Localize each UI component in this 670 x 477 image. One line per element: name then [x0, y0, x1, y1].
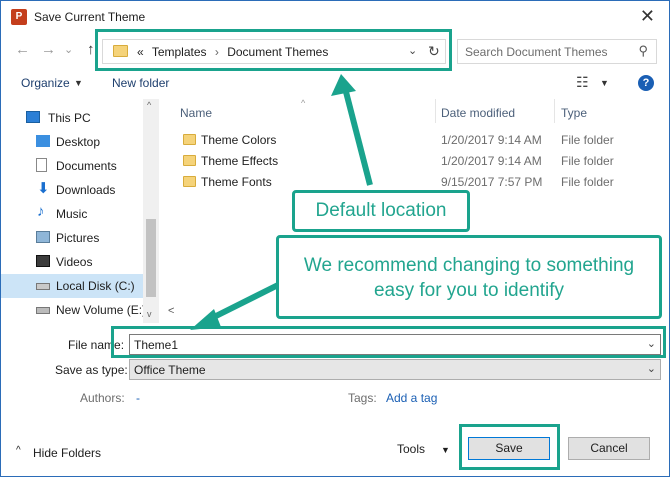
column-header-name[interactable]: Name — [180, 106, 212, 120]
sidebar-item-label: Videos — [56, 255, 93, 269]
sidebar-item-music[interactable]: ♪ Music — [1, 202, 143, 226]
back-arrow-icon[interactable]: ← — [15, 41, 30, 58]
downloads-icon: ⬇ — [37, 180, 50, 197]
sidebar-item-label: This PC — [48, 111, 91, 125]
hide-folders-icon[interactable]: ^ — [16, 445, 21, 456]
organize-dropdown-icon[interactable]: ▼ — [74, 78, 83, 88]
save-type-value: Office Theme — [134, 363, 206, 377]
file-type: File folder — [561, 133, 614, 147]
new-folder-button[interactable]: New folder — [112, 76, 169, 90]
authors-value[interactable]: - — [136, 391, 140, 405]
address-bar-highlight — [95, 29, 452, 71]
sidebar-scroll-thumb[interactable] — [146, 219, 156, 297]
sidebar-item-label: New Volume (E:) — [56, 303, 147, 317]
chevron-down-icon[interactable]: ⌄ — [647, 362, 656, 375]
command-bar: Organize ▼ New folder ☷ ▼ — [1, 69, 669, 97]
sidebar-item-downloads[interactable]: ⬇ Downloads — [1, 178, 143, 202]
save-type-label: Save as type: — [55, 363, 128, 377]
organize-button[interactable]: Organize — [21, 76, 70, 90]
file-date: 1/20/2017 9:14 AM — [441, 154, 542, 168]
sidebar-item-videos[interactable]: Videos — [1, 250, 143, 274]
computer-icon — [26, 111, 40, 123]
file-type: File folder — [561, 154, 614, 168]
sidebar-item-label: Pictures — [56, 231, 100, 245]
sidebar-item-desktop[interactable]: Desktop — [1, 130, 143, 154]
sidebar-item-label: Desktop — [56, 135, 101, 149]
sidebar-item-pictures[interactable]: Pictures — [1, 226, 143, 250]
tools-button[interactable]: Tools — [397, 442, 425, 456]
tags-value[interactable]: Add a tag — [386, 391, 437, 405]
powerpoint-icon: P — [11, 9, 27, 25]
navigation-pane: This PC Desktop Documents ⬇ Downloads ♪ … — [1, 99, 159, 323]
scroll-up-icon[interactable]: ^ — [147, 100, 151, 110]
documents-icon — [36, 158, 47, 172]
search-input[interactable]: Search Document Themes ⚲ — [457, 39, 657, 64]
music-icon: ♪ — [37, 203, 45, 220]
desktop-icon — [36, 135, 50, 147]
tags-label: Tags: — [348, 391, 377, 405]
pictures-icon — [36, 231, 50, 243]
file-type: File folder — [561, 175, 614, 189]
sidebar-item-label: Music — [56, 207, 88, 221]
column-divider[interactable] — [435, 99, 436, 123]
folder-icon — [183, 176, 196, 187]
save-button-highlight — [459, 424, 560, 470]
sidebar-item-documents[interactable]: Documents — [1, 154, 143, 178]
up-arrow-icon[interactable]: ↑ — [87, 41, 95, 58]
sidebar-item-this-pc[interactable]: This PC — [1, 106, 143, 130]
file-name: Theme Colors — [201, 133, 277, 147]
file-row[interactable]: Theme Effects 1/20/2017 9:14 AM File fol… — [179, 151, 669, 172]
folder-icon — [183, 134, 196, 145]
file-date: 1/20/2017 9:14 AM — [441, 133, 542, 147]
sidebar-item-local-disk[interactable]: Local Disk (C:) — [1, 274, 143, 298]
file-row[interactable]: Theme Colors 1/20/2017 9:14 AM File fold… — [179, 130, 669, 151]
search-icon[interactable]: ⚲ — [638, 43, 648, 59]
scroll-left-icon[interactable]: < — [168, 305, 174, 317]
file-name: Theme Fonts — [201, 175, 272, 189]
sidebar-item-label: Local Disk (C:) — [56, 279, 135, 293]
sidebar-item-label: Documents — [56, 159, 117, 173]
column-header-type[interactable]: Type — [561, 106, 587, 120]
forward-arrow-icon[interactable]: → — [41, 41, 56, 58]
authors-label: Authors: — [80, 391, 125, 405]
callout-default-location: Default location — [292, 190, 470, 232]
sidebar-item-new-volume[interactable]: New Volume (E:) — [1, 298, 147, 322]
view-options-icon[interactable]: ☷ — [576, 74, 589, 91]
view-dropdown-icon[interactable]: ▼ — [600, 78, 609, 88]
folder-icon — [183, 155, 196, 166]
sort-indicator-icon: ^ — [301, 98, 306, 108]
help-icon[interactable]: ? — [638, 75, 654, 91]
callout-recommend: We recommend changing to something easy … — [276, 235, 662, 319]
local-disk-icon — [36, 283, 50, 290]
sidebar-item-label: Downloads — [56, 183, 116, 197]
column-divider[interactable] — [554, 99, 555, 123]
hide-folders-button[interactable]: Hide Folders — [33, 446, 101, 460]
file-date: 9/15/2017 7:57 PM — [441, 175, 543, 189]
save-type-select[interactable]: Office Theme ⌄ — [129, 359, 661, 380]
scroll-down-icon[interactable]: v — [147, 309, 152, 319]
file-name-highlight — [111, 326, 666, 358]
tools-dropdown-icon[interactable]: ▼ — [441, 445, 450, 455]
column-header-date[interactable]: Date modified — [441, 106, 515, 120]
search-placeholder: Search Document Themes — [465, 45, 608, 59]
videos-icon — [36, 255, 50, 267]
recent-locations-icon[interactable]: ⌄ — [64, 43, 73, 56]
volume-icon — [36, 307, 50, 314]
file-name: Theme Effects — [201, 154, 279, 168]
cancel-button[interactable]: Cancel — [568, 437, 650, 460]
window-title: Save Current Theme — [34, 10, 146, 24]
close-icon[interactable]: ✕ — [640, 6, 655, 27]
